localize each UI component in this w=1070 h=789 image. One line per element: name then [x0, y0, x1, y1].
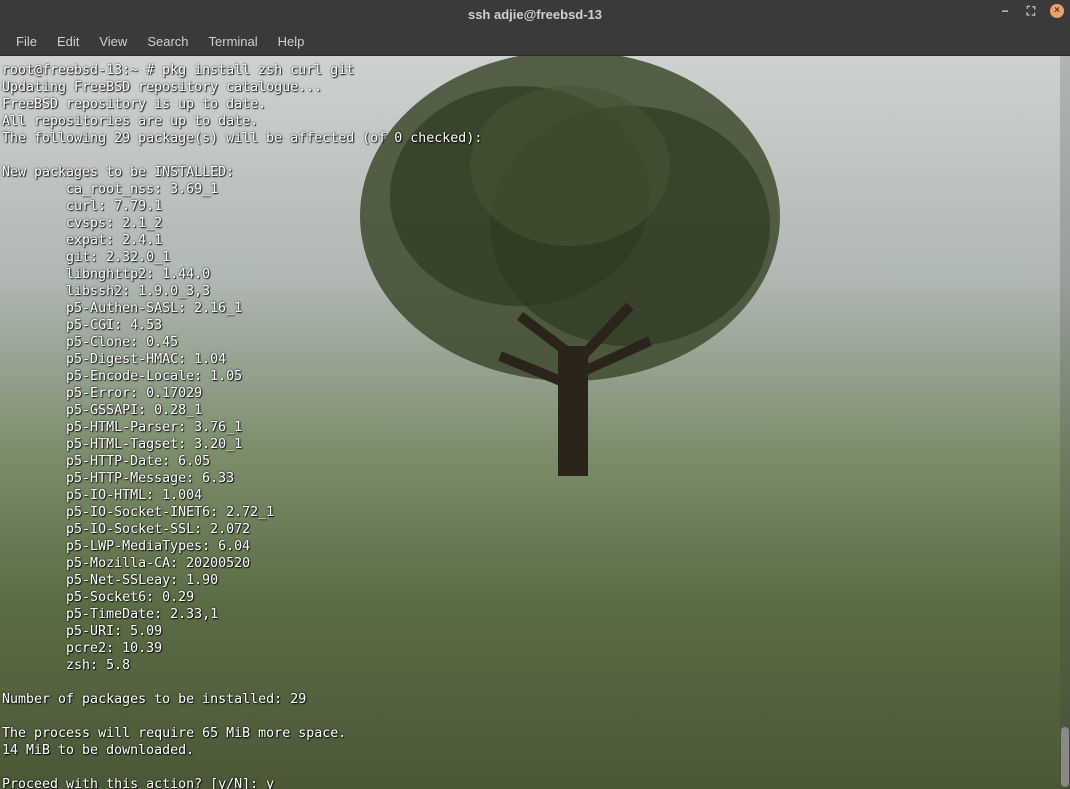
- menu-help[interactable]: Help: [268, 30, 315, 53]
- menu-search[interactable]: Search: [137, 30, 198, 53]
- scrollbar-thumb[interactable]: [1061, 727, 1069, 787]
- menu-edit[interactable]: Edit: [47, 30, 89, 53]
- menubar: File Edit View Search Terminal Help: [0, 28, 1070, 56]
- titlebar: ssh adjie@freebsd-13 − ⛶ ×: [0, 0, 1070, 28]
- terminal-area[interactable]: root@freebsd-13:~ # pkg install zsh curl…: [0, 56, 1070, 789]
- terminal-output[interactable]: root@freebsd-13:~ # pkg install zsh curl…: [0, 56, 1070, 789]
- window-controls: − ⛶ ×: [998, 4, 1064, 18]
- menu-view[interactable]: View: [89, 30, 137, 53]
- menu-terminal[interactable]: Terminal: [199, 30, 268, 53]
- close-button[interactable]: ×: [1050, 4, 1064, 18]
- scrollbar[interactable]: [1060, 56, 1070, 789]
- maximize-button[interactable]: ⛶: [1024, 4, 1038, 18]
- window-title: ssh adjie@freebsd-13: [468, 7, 602, 22]
- minimize-button[interactable]: −: [998, 4, 1012, 18]
- menu-file[interactable]: File: [6, 30, 47, 53]
